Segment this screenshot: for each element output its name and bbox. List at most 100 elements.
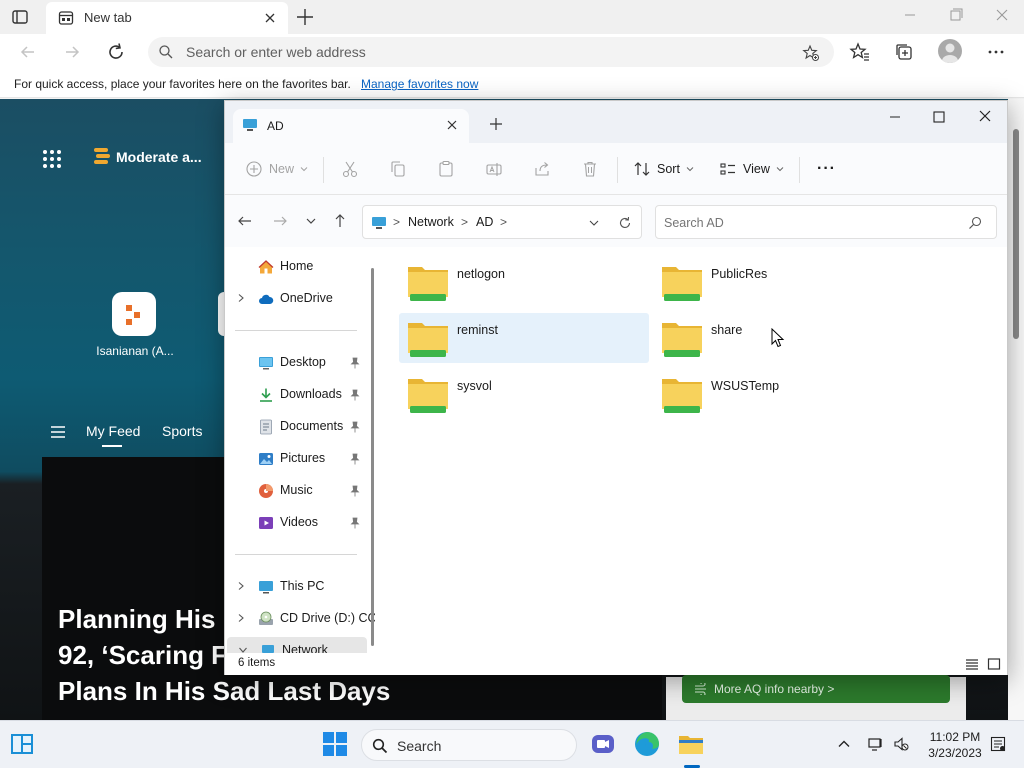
volume-muted-icon[interactable] xyxy=(893,736,909,752)
breadcrumb-network[interactable]: Network xyxy=(408,215,454,229)
explorer-tab-ad[interactable]: AD xyxy=(233,109,469,143)
sidebar-item-network[interactable]: Network xyxy=(227,637,367,653)
sidebar-item-desktop[interactable]: Desktop xyxy=(225,349,365,377)
tiles-view-icon[interactable] xyxy=(987,657,1001,671)
back-arrow-icon[interactable] xyxy=(16,40,40,64)
pin-icon[interactable] xyxy=(350,357,360,369)
pin-icon[interactable] xyxy=(350,421,360,433)
collapse-chevron-icon[interactable] xyxy=(238,645,248,653)
refresh-icon[interactable] xyxy=(618,216,632,230)
copy-icon[interactable] xyxy=(389,160,407,178)
address-input[interactable] xyxy=(186,43,786,61)
profile-avatar[interactable] xyxy=(938,39,962,63)
sidebar-item-music[interactable]: Music xyxy=(225,477,365,505)
view-button[interactable]: View xyxy=(719,157,784,181)
file-explorer-icon[interactable] xyxy=(676,729,706,759)
feed-tab-sports[interactable]: Sports xyxy=(162,423,202,439)
sidebar-item-cd-drive[interactable]: CD Drive (D:) CC xyxy=(225,605,375,633)
manage-favorites-link[interactable]: Manage favorites now xyxy=(361,77,478,91)
paste-icon[interactable] xyxy=(437,160,455,178)
taskbar-clock[interactable]: 11:02 PM 3/23/2023 xyxy=(920,729,990,761)
address-history-chevron-icon[interactable] xyxy=(588,217,600,229)
quick-link-tile[interactable] xyxy=(112,292,156,336)
widgets-icon[interactable] xyxy=(10,733,34,755)
taskbar-search[interactable]: Search xyxy=(361,729,577,761)
browser-tab-new-tab[interactable]: New tab xyxy=(46,2,288,34)
pin-icon[interactable] xyxy=(350,517,360,529)
sidebar-item-pictures[interactable]: Pictures xyxy=(225,445,365,473)
sidebar-item-documents[interactable]: Documents xyxy=(225,413,365,441)
close-tab-icon[interactable] xyxy=(262,10,278,26)
sidebar-item-this-pc[interactable]: This PC xyxy=(225,573,365,601)
sidebar-item-home[interactable]: Home xyxy=(225,253,365,281)
rename-icon[interactable] xyxy=(485,160,503,178)
see-more-button[interactable]: ··· xyxy=(817,157,836,181)
expand-chevron-icon[interactable] xyxy=(236,293,246,303)
browser-minimize-icon[interactable] xyxy=(898,4,922,26)
app-launcher-icon[interactable] xyxy=(42,149,62,169)
weather-widget[interactable]: Moderate a... xyxy=(92,145,202,172)
browser-close-icon[interactable] xyxy=(990,4,1014,26)
new-tab-plus-icon[interactable] xyxy=(294,6,316,28)
sidebar-item-onedrive[interactable]: OneDrive xyxy=(225,285,365,313)
notification-icon[interactable] xyxy=(990,736,1006,752)
quick-link-label[interactable]: Isanianan (A... xyxy=(80,344,190,358)
folder-item[interactable]: WSUSTemp xyxy=(653,369,903,419)
sort-button[interactable]: Sort xyxy=(633,157,694,181)
chevron-down-icon xyxy=(300,167,308,172)
show-hidden-icons-chevron-icon[interactable] xyxy=(836,736,852,752)
folder-item[interactable]: netlogon xyxy=(399,257,649,307)
browser-restore-icon[interactable] xyxy=(944,4,968,26)
folder-item[interactable]: reminst xyxy=(399,313,649,363)
navigation-pane-scrollbar[interactable] xyxy=(371,268,374,646)
delete-icon[interactable] xyxy=(581,160,599,178)
start-windows-icon[interactable] xyxy=(320,729,350,759)
folder-item[interactable]: PublicRes xyxy=(653,257,903,307)
tab-actions-icon[interactable] xyxy=(10,7,30,27)
page-scrollbar[interactable] xyxy=(1008,99,1024,720)
teams-chat-icon[interactable] xyxy=(588,729,618,759)
expand-chevron-icon[interactable] xyxy=(236,613,246,623)
cut-icon[interactable] xyxy=(341,160,359,178)
share-icon[interactable] xyxy=(533,160,551,178)
explorer-minimize-icon[interactable] xyxy=(881,109,909,125)
network-status-icon[interactable] xyxy=(868,736,884,752)
explorer-search-box[interactable] xyxy=(655,205,997,239)
weather-label: Moderate a... xyxy=(116,149,202,165)
add-favorite-icon[interactable] xyxy=(802,44,820,62)
pin-icon[interactable] xyxy=(350,453,360,465)
feed-tab-my-feed[interactable]: My Feed xyxy=(86,423,140,447)
refresh-icon[interactable] xyxy=(104,40,128,64)
search-icon xyxy=(372,738,388,754)
forward-arrow-icon[interactable] xyxy=(60,40,84,64)
folder-item[interactable]: sysvol xyxy=(399,369,649,419)
recent-locations-chevron-icon[interactable] xyxy=(303,213,319,229)
explorer-search-input[interactable] xyxy=(664,214,954,232)
new-tab-plus-icon[interactable] xyxy=(489,117,503,131)
pin-icon[interactable] xyxy=(350,389,360,401)
explorer-close-icon[interactable] xyxy=(971,109,999,125)
address-bar[interactable] xyxy=(148,37,834,67)
sidebar-item-downloads[interactable]: Downloads xyxy=(225,381,365,409)
sidebar-item-videos[interactable]: Videos xyxy=(225,509,365,537)
close-tab-icon[interactable] xyxy=(445,118,459,132)
quick-link-icon xyxy=(126,305,140,325)
edge-browser-icon[interactable] xyxy=(632,729,662,759)
collections-icon[interactable] xyxy=(893,41,915,63)
scroll-thumb[interactable] xyxy=(1013,129,1019,339)
explorer-maximize-icon[interactable] xyxy=(925,109,953,125)
pin-icon[interactable] xyxy=(350,485,360,497)
details-view-icon[interactable] xyxy=(965,657,979,671)
forward-arrow-icon[interactable] xyxy=(272,213,288,229)
address-breadcrumb[interactable]: > Network > AD > xyxy=(362,205,642,239)
taskbar: Search 11:02 PM 3/23/2023 xyxy=(0,720,1024,768)
feed-menu-icon[interactable] xyxy=(50,425,66,439)
expand-chevron-icon[interactable] xyxy=(236,581,246,591)
up-arrow-icon[interactable] xyxy=(332,213,348,229)
settings-and-more-icon[interactable] xyxy=(985,41,1007,63)
favorites-icon[interactable] xyxy=(849,41,871,63)
breadcrumb-ad[interactable]: AD xyxy=(476,215,493,229)
new-button[interactable]: New xyxy=(245,157,308,181)
more-aq-info-button[interactable]: More AQ info nearby > xyxy=(682,675,950,703)
back-arrow-icon[interactable] xyxy=(237,213,253,229)
